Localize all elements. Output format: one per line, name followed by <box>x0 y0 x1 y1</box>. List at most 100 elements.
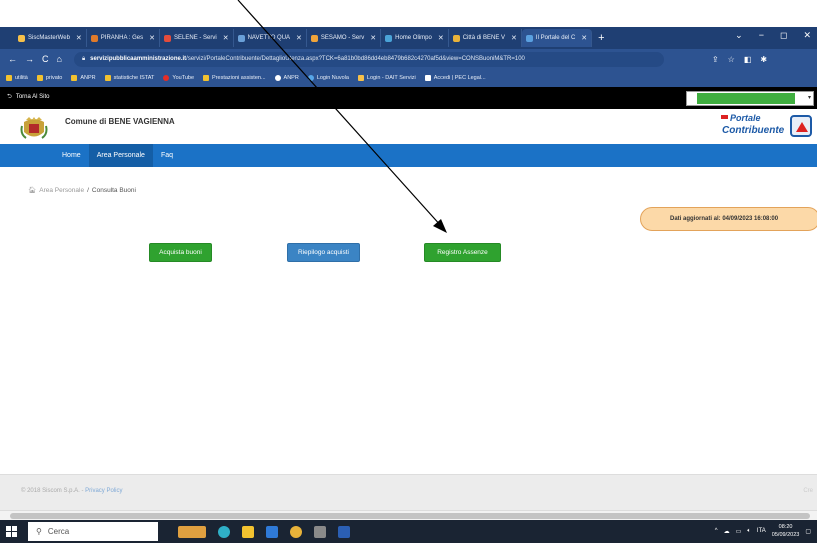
network-icon[interactable]: ▭ <box>736 528 742 535</box>
folder-icon <box>203 75 210 81</box>
dait-icon <box>357 75 364 81</box>
close-icon[interactable]: ✕ <box>149 34 155 42</box>
privacy-policy-link[interactable]: Privacy Policy <box>85 488 122 494</box>
main-content: 🏠︎ Area Personale / Consulta Buoni Dati … <box>0 167 817 474</box>
language-indicator[interactable]: ITA <box>757 528 766 534</box>
url-host: servizipubblicaamministrazione.it <box>90 56 187 62</box>
site-header: Comune di BENE VAGIENNA Portale Contribu… <box>0 109 817 144</box>
breadcrumb-current: Consulta Buoni <box>91 186 136 194</box>
nav-faq[interactable]: Faq <box>153 144 181 167</box>
browser-tab[interactable]: SESAMO - Serv ✕ <box>307 29 382 47</box>
folder-icon <box>6 75 12 81</box>
footer-copyright: © 2018 Siscom S.p.A. - Privacy Policy <box>21 488 123 494</box>
pec-icon <box>424 75 431 81</box>
bookmark-item[interactable]: YouTube <box>163 75 194 81</box>
browser-tab[interactable]: NAVETTO QUA ✕ <box>234 29 307 47</box>
back-arrow-icon[interactable]: ← <box>8 54 17 64</box>
cloud-icon[interactable]: ☁ <box>724 528 730 535</box>
browser-tab[interactable]: PIRANHA : Ges ✕ <box>87 29 161 47</box>
nav-area-personale[interactable]: Area Personale <box>88 144 153 167</box>
acquista-buoni-button[interactable]: Acquista buoni <box>149 243 212 262</box>
bookmark-item[interactable]: Login - DAIT Servizi <box>357 75 416 81</box>
close-icon[interactable]: ✕ <box>581 34 587 42</box>
browser-tab[interactable]: Home Olimpo ✕ <box>381 29 449 47</box>
back-to-site-link[interactable]: ⮌ Torna Al Sito <box>7 92 50 102</box>
close-icon[interactable]: ✕ <box>370 34 376 42</box>
page-top-margin <box>0 0 817 27</box>
return-icon: ⮌ <box>7 94 12 100</box>
bookmarks-bar: utilità privato ANPR statistiche ISTAT Y… <box>0 69 817 87</box>
notification-icon[interactable]: ▢ <box>805 528 811 535</box>
outlook-icon[interactable] <box>266 525 278 538</box>
word-icon[interactable] <box>338 525 350 538</box>
browser-tab[interactable]: Città di BENE V ✕ <box>449 29 522 47</box>
home-icon: 🏠︎ <box>28 187 37 194</box>
registro-assenze-button[interactable]: Registro Assenze <box>424 243 501 262</box>
chevron-up-icon[interactable]: ^ <box>715 528 718 534</box>
close-window-button[interactable]: ✕ <box>803 30 811 41</box>
file-explorer-icon[interactable] <box>242 525 254 538</box>
url-field[interactable]: 🔒︎ servizipubblicaamministrazione.it /se… <box>73 51 664 67</box>
youtube-icon <box>163 75 170 81</box>
tab-favicon-icon <box>310 34 318 42</box>
breadcrumb-root[interactable]: Area Personale <box>39 187 84 194</box>
sidebar-icon[interactable]: ◧ <box>744 55 752 64</box>
breadcrumb-separator: / <box>87 186 89 194</box>
people-icon[interactable] <box>178 525 206 538</box>
site-top-bar: ⮌ Torna Al Sito ▾ <box>0 87 817 109</box>
bookmark-item[interactable]: privato <box>36 75 62 81</box>
bookmark-item[interactable]: ANPR <box>274 75 299 81</box>
data-updated-badge: Dati aggiornati al: 04/09/2023 16:08:00 <box>640 207 817 231</box>
browser-tab[interactable]: SELENE - Servi ✕ <box>160 29 234 47</box>
folder-icon <box>36 75 43 81</box>
tab-search-icon[interactable]: ⌄ <box>735 30 743 41</box>
clock[interactable]: 08:20 05/09/2023 <box>772 523 800 539</box>
anpr-icon <box>274 75 281 81</box>
bookmark-item[interactable]: Login Nuvola <box>307 75 349 81</box>
taskbar-search[interactable]: ⚲ Cerca <box>28 522 158 541</box>
footer-right-text: Cre <box>803 488 813 494</box>
horizontal-scrollbar[interactable] <box>0 510 817 520</box>
site-footer: © 2018 Siscom S.p.A. - Privacy Policy Cr… <box>0 474 817 510</box>
home-icon[interactable]: ⌂ <box>57 54 62 64</box>
app-icon[interactable] <box>314 525 326 538</box>
star-icon[interactable]: ☆ <box>728 55 735 64</box>
portale-contribuente-logo[interactable]: Portale Contribuente <box>718 112 817 142</box>
scrollbar-thumb[interactable] <box>10 513 810 519</box>
edge-icon[interactable] <box>218 525 230 538</box>
bookmark-item[interactable]: Accedi | PEC Legal... <box>424 75 486 81</box>
close-icon[interactable]: ✕ <box>511 34 517 42</box>
search-icon: ⚲ <box>36 527 42 536</box>
new-tab-button[interactable]: + <box>592 32 610 44</box>
bookmark-item[interactable]: utilità <box>6 75 28 81</box>
folder-icon <box>104 75 111 81</box>
nav-home[interactable]: Home <box>54 144 89 167</box>
volume-icon[interactable]: 🔈︎ <box>747 528 751 535</box>
extension-icon[interactable]: ✱ <box>760 55 767 64</box>
share-icon[interactable]: ⇪ <box>712 55 719 64</box>
browser-tab-active[interactable]: Il Portale del C ✕ <box>521 29 593 47</box>
tab-favicon-icon <box>90 34 98 42</box>
forward-arrow-icon[interactable]: → <box>25 54 34 64</box>
close-icon[interactable]: ✕ <box>296 34 302 42</box>
url-path: /servizi/PortaleContribuente/DettaglioUt… <box>186 56 525 62</box>
user-select[interactable]: ▾ <box>686 91 814 106</box>
bookmark-item[interactable]: statistiche ISTAT <box>104 75 154 81</box>
breadcrumb: 🏠︎ Area Personale / Consulta Buoni <box>28 186 136 195</box>
nuvola-icon <box>307 75 314 81</box>
riepilogo-acquisti-button[interactable]: Riepilogo acquisti <box>287 243 360 262</box>
start-button[interactable] <box>0 520 22 543</box>
close-icon[interactable]: ✕ <box>438 34 444 42</box>
browser-tab[interactable]: SiscMasterWeb ✕ <box>14 29 87 47</box>
close-icon[interactable]: ✕ <box>76 34 82 42</box>
reload-icon[interactable]: C <box>42 54 49 64</box>
close-icon[interactable]: ✕ <box>223 34 229 42</box>
system-tray: ^ ☁ ▭ 🔈︎ ITA 08:20 05/09/2023 ▢ <box>715 523 811 539</box>
minimize-button[interactable]: − <box>759 30 764 41</box>
taskbar-apps <box>178 525 350 538</box>
bookmark-item[interactable]: Prestazioni assisten... <box>203 75 266 81</box>
restore-button[interactable]: ◻ <box>780 30 787 41</box>
bookmark-item[interactable]: ANPR <box>71 75 96 81</box>
chrome-icon[interactable] <box>290 525 302 538</box>
redacted-block <box>697 93 795 104</box>
